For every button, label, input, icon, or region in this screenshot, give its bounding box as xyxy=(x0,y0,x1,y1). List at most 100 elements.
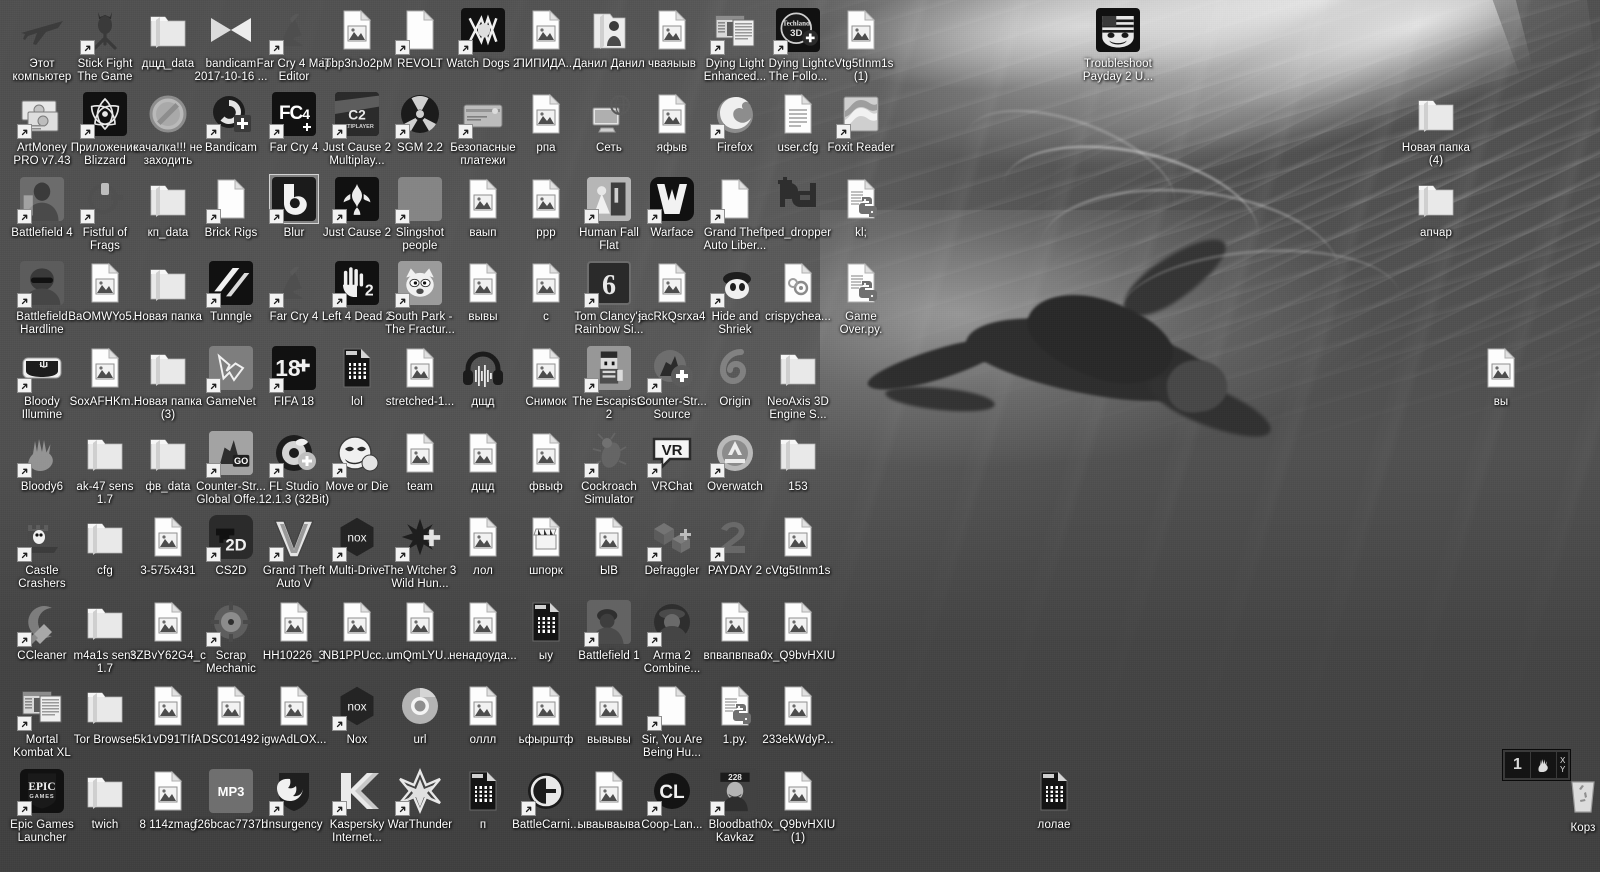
gamenet-icon xyxy=(206,344,255,393)
folder-icon xyxy=(144,175,192,223)
desktop-icon-label: п xyxy=(479,819,487,831)
image-icon xyxy=(774,767,822,815)
desktop-icon[interactable]: Troubleshoot Payday 2 U... xyxy=(1080,6,1156,83)
image-icon xyxy=(333,598,381,646)
image-icon xyxy=(144,682,192,730)
desktop-icon[interactable]: cVtg5tInm1s xyxy=(760,513,836,578)
plane-icon xyxy=(18,6,66,54)
image-icon xyxy=(270,682,318,730)
desktop-icon[interactable]: kl; xyxy=(823,175,899,240)
battlecarnival-icon xyxy=(521,767,570,816)
desktop-icon-label: Coop-Lan... xyxy=(641,819,703,831)
folder-icon xyxy=(1412,175,1460,223)
clapper-icon xyxy=(522,513,570,561)
desktop-icon[interactable]: апчар xyxy=(1398,175,1474,240)
shortcut-arrow-icon xyxy=(269,40,284,55)
shortcut-arrow-icon xyxy=(395,547,410,562)
desktop-icon-recycle-bin[interactable]: Корз xyxy=(1545,770,1600,835)
desktop-icon-label: Defraggler xyxy=(644,565,700,577)
desktop-icon-label: Far Cry 4 xyxy=(269,311,319,323)
shortcut-arrow-icon xyxy=(269,378,284,393)
desktop-icon[interactable]: Foxit Reader xyxy=(823,90,899,155)
desktop-icon-label: 0x_Q9bvHXIU xyxy=(760,650,836,662)
desktop-icon-label: 0x_Q9bvHXIU (1) xyxy=(760,819,836,844)
foxit-icon xyxy=(836,90,885,139)
folder-icon xyxy=(144,6,192,54)
desktop-icon-label: FIFA 18 xyxy=(273,396,315,408)
headphones-icon xyxy=(459,344,507,392)
shortcut-arrow-icon xyxy=(710,547,725,562)
shortcut-arrow-icon xyxy=(80,40,95,55)
desktop-icon-label: ПИПИДА... xyxy=(516,58,576,70)
image-icon xyxy=(144,598,192,646)
shortcut-arrow-icon xyxy=(206,463,221,478)
desktop[interactable]: Этот компьютер Stick Fight The Game дщд_… xyxy=(0,0,1600,872)
shortcut-arrow-icon xyxy=(395,801,410,816)
svg-text:2D: 2D xyxy=(225,535,246,554)
desktop-icon-label: впвапвпвап xyxy=(703,650,767,662)
image-icon xyxy=(396,429,444,477)
desktop-icon-label: WarThunder xyxy=(387,819,453,831)
shortcut-arrow-icon xyxy=(206,378,221,393)
recycle-bin-label: Корз xyxy=(1570,822,1596,834)
shortcut-arrow-icon xyxy=(710,40,725,55)
shortcut-arrow-icon xyxy=(269,463,284,478)
shortcut-arrow-icon xyxy=(332,716,347,731)
bfh-icon xyxy=(17,259,66,308)
radiation-icon xyxy=(395,90,444,139)
desktop-icon[interactable]: cVtg5tInm1s (1) xyxy=(823,6,899,83)
video-icon xyxy=(333,344,381,392)
stickfight-icon xyxy=(80,6,129,55)
shortcut-arrow-icon xyxy=(584,378,599,393)
desktop-icon[interactable]: 0x_Q9bvHXIU xyxy=(760,598,836,663)
vrchat-icon: VR xyxy=(647,429,696,478)
image-icon xyxy=(144,513,192,561)
desktop-icon-label: 153 xyxy=(788,481,808,493)
hideshriek-icon xyxy=(710,259,759,308)
gtav-icon xyxy=(269,513,318,562)
shortcut-arrow-icon xyxy=(773,40,788,55)
python-icon xyxy=(837,175,885,223)
desktop-icon-label: SGM 2.2 xyxy=(396,142,444,154)
svg-text:2: 2 xyxy=(365,282,374,299)
shortcut-arrow-icon xyxy=(395,209,410,224)
desktop-icon[interactable]: 0x_Q9bvHXIU (1) xyxy=(760,767,836,844)
desktop-icon-label: апчар xyxy=(1420,227,1452,239)
desktop-icon-label: ыу xyxy=(538,650,554,662)
desktop-icon[interactable]: Новая папка (4) xyxy=(1398,90,1474,167)
desktop-icon-label: Far Cry 4 xyxy=(269,142,319,154)
mp3-icon: MP3 xyxy=(207,767,255,815)
desktop-icon[interactable]: вы xyxy=(1463,344,1539,409)
desktop-icon[interactable]: 153 xyxy=(760,429,836,494)
image-icon xyxy=(648,6,696,54)
shortcut-arrow-icon xyxy=(332,801,347,816)
desktop-icon-label: ьфырштф xyxy=(518,734,574,746)
osd-profile-number[interactable]: 1 xyxy=(1505,752,1531,778)
desktop-icon-label: igwAdLOX... xyxy=(261,734,327,746)
desktop-icon[interactable]: 233ekWdyP... xyxy=(760,682,836,747)
desktop-icon-label: Новая папка (4) xyxy=(1401,142,1471,167)
desktop-icon-grid[interactable]: Этот компьютер Stick Fight The Game дщд_… xyxy=(0,0,1600,872)
image-icon xyxy=(585,513,633,561)
desktop-icon[interactable]: NeoAxis 3D Engine S... xyxy=(760,344,836,421)
image-icon xyxy=(81,259,129,307)
desktop-icon[interactable]: лолае xyxy=(1016,767,1092,832)
desktop-icon[interactable]: Game Over.py. xyxy=(823,259,899,336)
svg-text:18: 18 xyxy=(275,355,300,381)
chrome-icon xyxy=(396,682,444,730)
image-icon xyxy=(522,429,570,477)
shortcut-arrow-icon xyxy=(17,801,32,816)
shortcut-arrow-icon xyxy=(584,293,599,308)
image-icon xyxy=(648,259,696,307)
no-entry-icon xyxy=(144,90,192,138)
css-icon xyxy=(647,344,696,393)
shortcut-arrow-icon xyxy=(647,378,662,393)
svg-text:VR: VR xyxy=(662,442,683,459)
escapists-icon xyxy=(584,344,633,393)
desktop-icon-label: Blur xyxy=(283,227,305,239)
desktop-icon-label: lol xyxy=(351,396,363,408)
desktop-icon-label: Origin xyxy=(719,396,751,408)
video-icon xyxy=(1030,767,1078,815)
desktop-icon-label: Battlefield 4 xyxy=(11,227,73,239)
tunngle-icon xyxy=(206,259,255,308)
